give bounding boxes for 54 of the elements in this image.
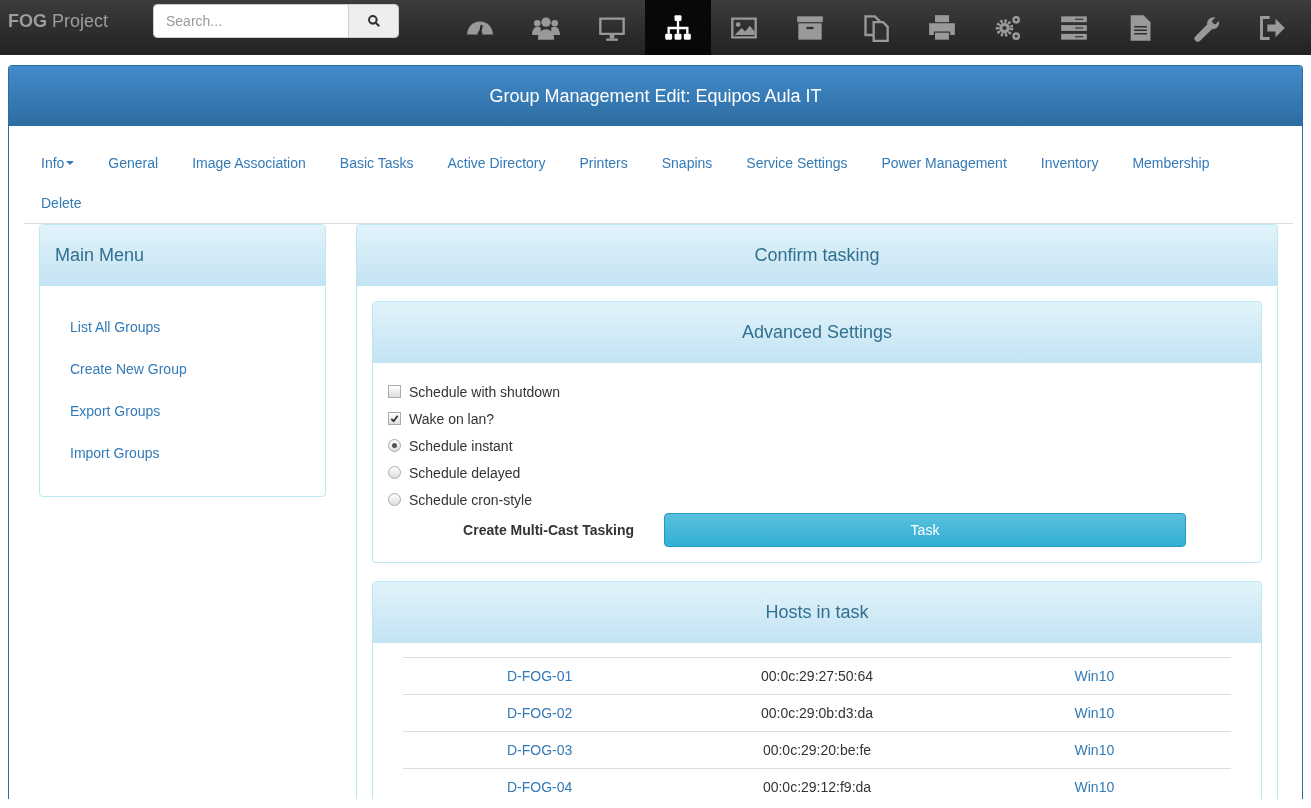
menu-link[interactable]: List All Groups xyxy=(70,306,295,348)
nav-tab[interactable] xyxy=(645,0,711,55)
panel-heading: Main Menu xyxy=(40,225,325,286)
option-label: Schedule with shutdown xyxy=(409,383,560,400)
mac-address: 00:0c:29:0b:d3:da xyxy=(676,694,958,732)
radio-button[interactable] xyxy=(388,439,401,452)
tab[interactable]: Inventory xyxy=(1023,143,1116,183)
tab[interactable]: Snapins xyxy=(644,143,730,183)
option-label: Schedule instant xyxy=(409,437,513,454)
tab[interactable]: Active Directory xyxy=(430,143,563,183)
tab[interactable]: Power Management xyxy=(864,143,1024,183)
radio-button[interactable] xyxy=(388,466,401,479)
image-link[interactable]: Win10 xyxy=(957,768,1231,799)
checkbox[interactable] xyxy=(388,412,401,425)
action-label: Create Multi-Cast Tasking xyxy=(462,522,635,538)
checkbox[interactable] xyxy=(388,385,401,398)
host-link[interactable]: D-FOG-02 xyxy=(403,694,677,732)
tab[interactable]: Image Association xyxy=(175,143,323,183)
host-link[interactable]: D-FOG-03 xyxy=(403,731,677,769)
mac-address: 00:0c:29:20:be:fe xyxy=(676,731,958,769)
tab[interactable]: Delete xyxy=(24,183,99,223)
gears-icon xyxy=(994,13,1022,42)
sign-out-icon xyxy=(1258,13,1286,42)
host-link[interactable]: D-FOG-01 xyxy=(403,657,677,695)
option-label: Schedule delayed xyxy=(409,464,521,481)
gauge-icon xyxy=(466,20,494,35)
radio-button[interactable] xyxy=(388,493,401,506)
image-link[interactable]: Win10 xyxy=(957,694,1231,732)
copy-icon xyxy=(862,13,890,42)
sitemap-icon xyxy=(664,13,692,42)
tab[interactable]: Membership xyxy=(1115,143,1227,183)
host-link[interactable]: D-FOG-04 xyxy=(403,768,677,799)
brand-logo[interactable]: FOG Project xyxy=(0,0,153,55)
mac-address: 00:0c:29:27:50:64 xyxy=(676,657,958,695)
menu-link[interactable]: Export Groups xyxy=(70,390,295,432)
panel-heading: Confirm tasking xyxy=(357,225,1277,286)
tab[interactable]: Printers xyxy=(562,143,645,183)
tab[interactable]: General xyxy=(91,143,176,183)
option-label: Wake on lan? xyxy=(409,410,495,427)
menu-link[interactable]: Import Groups xyxy=(70,432,295,474)
tab[interactable]: Basic Tasks xyxy=(322,143,431,183)
image-link[interactable]: Win10 xyxy=(957,657,1231,695)
option-label: Schedule cron-style xyxy=(409,491,532,508)
panel-heading: Advanced Settings xyxy=(373,302,1261,363)
page-title: Group Management Edit: Equipos Aula IT xyxy=(9,66,1302,126)
mac-address: 00:0c:29:12:f9:da xyxy=(676,768,958,799)
server-icon xyxy=(1060,13,1088,42)
menu-link[interactable]: Create New Group xyxy=(70,348,295,390)
archive-box-icon xyxy=(796,13,824,42)
printer-icon xyxy=(928,13,956,42)
image-link[interactable]: Win10 xyxy=(957,731,1231,769)
dropdown-tab[interactable]: Info xyxy=(24,143,92,183)
panel-heading: Hosts in task xyxy=(373,582,1261,643)
tab[interactable]: Service Settings xyxy=(729,143,865,183)
